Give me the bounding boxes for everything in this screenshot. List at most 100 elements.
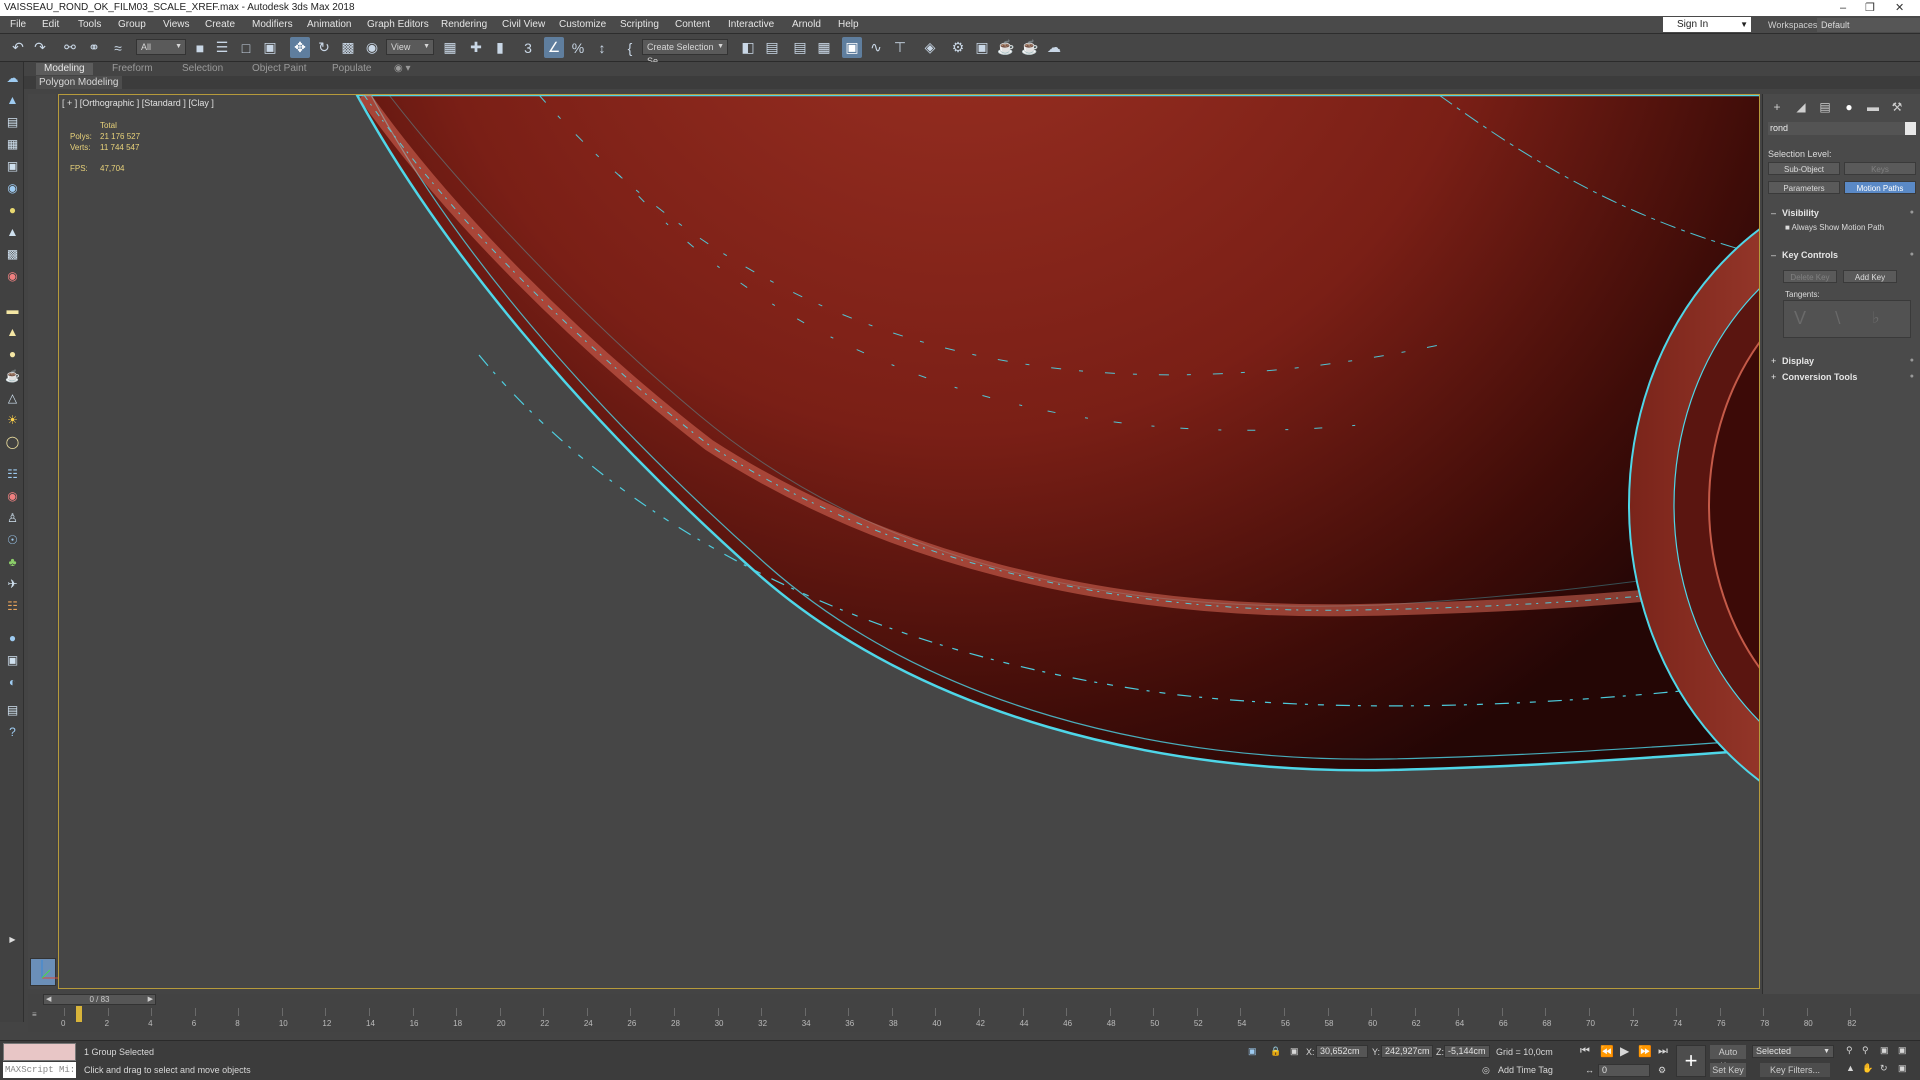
spinner-snap-icon[interactable]: ↕	[592, 37, 612, 58]
select-manipulate-icon[interactable]: ✚	[466, 37, 486, 58]
current-frame-field[interactable]: 0	[1598, 1064, 1650, 1077]
time-slider-next-icon[interactable]: ▶	[148, 995, 153, 1004]
zoom-icon[interactable]: ⚲	[1846, 1045, 1853, 1056]
pivot-center-icon[interactable]: ▦	[440, 37, 460, 58]
tab-modeling[interactable]: Modeling	[36, 63, 93, 75]
go-to-end-icon[interactable]: ⏭	[1658, 1045, 1668, 1058]
lights-icon[interactable]: ▤	[5, 114, 20, 129]
percent-snap-icon[interactable]: %	[568, 37, 588, 58]
menu-tools[interactable]: Tools	[78, 19, 101, 30]
render-in-cloud-icon[interactable]: ☁	[1044, 37, 1064, 58]
menu-rendering[interactable]: Rendering	[441, 19, 487, 30]
render-iterative-icon[interactable]: ☕	[1020, 37, 1040, 58]
align-icon[interactable]: ▤	[762, 37, 782, 58]
link-icon[interactable]: ⚯	[60, 37, 80, 58]
gizmo-icon[interactable]: ◉	[5, 268, 20, 283]
curve-editor-icon[interactable]: ∿	[866, 37, 886, 58]
menu-customize[interactable]: Customize	[559, 19, 606, 30]
add-time-tag-button[interactable]: Add Time Tag	[1498, 1065, 1553, 1075]
shapes-icon[interactable]: ▲	[5, 92, 20, 107]
tab-object-paint[interactable]: Object Paint	[244, 63, 314, 75]
ribbon-toggle-icon[interactable]: ▣	[842, 37, 862, 58]
object-color-swatch[interactable]	[1905, 122, 1916, 135]
redo-icon[interactable]: ↷	[30, 37, 50, 58]
parameters-button[interactable]: Parameters	[1768, 181, 1840, 194]
maxscript-mini-listener[interactable]: MAXScript Mi:	[3, 1062, 76, 1078]
mirror-icon[interactable]: ◧	[738, 37, 758, 58]
window-crossing-icon[interactable]: ▣	[260, 37, 280, 58]
material-sphere-icon[interactable]: ◐	[5, 674, 20, 689]
always-show-motion-path[interactable]: ■ Always Show Motion Path	[1785, 223, 1884, 232]
tangent-step-icon[interactable]: ♭	[1872, 308, 1880, 328]
x-coordinate-field[interactable]: 30,652cm	[1316, 1045, 1368, 1058]
cloth-icon[interactable]: ▩	[5, 246, 20, 261]
named-selection-dropdown[interactable]: Create Selection Se ▼	[642, 39, 728, 66]
scale-tool-icon[interactable]: ▲	[5, 224, 20, 239]
render-sphere-icon[interactable]: ●	[5, 630, 20, 645]
time-tag-icon[interactable]: ◎	[1482, 1065, 1490, 1076]
tab-freeform[interactable]: Freeform	[104, 63, 161, 75]
key-mode-icon[interactable]: ↔	[1585, 1065, 1594, 1075]
viewport-label[interactable]: [ + ] [Orthographic ] [Standard ] [Clay …	[62, 98, 214, 108]
edit-named-selection-icon[interactable]: {	[620, 37, 640, 58]
sub-object-button[interactable]: Sub-Object	[1768, 162, 1840, 175]
menu-modifiers[interactable]: Modifiers	[252, 19, 293, 30]
menu-file[interactable]: File	[10, 19, 26, 30]
reactor-icon[interactable]: ◉	[5, 488, 20, 503]
create-tab-icon[interactable]: +	[1768, 100, 1786, 114]
workspace-dropdown[interactable]: Default	[1817, 18, 1920, 32]
previous-frame-icon[interactable]: ⏪	[1600, 1045, 1614, 1058]
add-key-button[interactable]: Add Key	[1843, 270, 1897, 283]
help-icon[interactable]: ?	[5, 724, 20, 739]
sun-light-icon[interactable]: ☀	[5, 412, 20, 427]
key-controls-rollout[interactable]: – Key Controls ●	[1768, 248, 1916, 262]
pyramid-primitive-icon[interactable]: △	[5, 390, 20, 405]
maximize-viewport-icon[interactable]: ▣	[1898, 1063, 1907, 1074]
zoom-extents-icon[interactable]: ▣	[1880, 1045, 1889, 1056]
maxscript-listener[interactable]	[3, 1043, 76, 1061]
script-icon[interactable]: ▤	[5, 702, 20, 717]
delete-key-button[interactable]: Delete Key	[1783, 270, 1837, 283]
cone-primitive-icon[interactable]: ▲	[5, 324, 20, 339]
z-coordinate-field[interactable]: -5,144cm	[1444, 1045, 1490, 1058]
orbit-icon[interactable]: ↻	[1880, 1063, 1888, 1074]
menu-animation[interactable]: Animation	[307, 19, 351, 30]
modify-tab-icon[interactable]: ◢	[1792, 100, 1810, 114]
material-editor-icon[interactable]: ◈	[920, 37, 940, 58]
time-slider-prev-icon[interactable]: ◀	[46, 995, 51, 1004]
display-tab-icon[interactable]: ▬	[1864, 100, 1882, 114]
ribbon-options-icon[interactable]: ◉ ▾	[386, 63, 419, 75]
space-warps-icon[interactable]: ◉	[5, 180, 20, 195]
box-primitive-icon[interactable]: ▬	[5, 302, 20, 317]
rectangular-selection-icon[interactable]: □	[236, 37, 256, 58]
motion-paths-button[interactable]: Motion Paths	[1844, 181, 1916, 194]
helpers-icon[interactable]: ▣	[5, 158, 20, 173]
visibility-rollout[interactable]: – Visibility ●	[1768, 206, 1916, 220]
layer-explorer-icon[interactable]: ▦	[814, 37, 834, 58]
polygon-modeling-panel[interactable]: Polygon Modeling	[36, 76, 122, 89]
menu-help[interactable]: Help	[838, 19, 859, 30]
globe-icon[interactable]: ☉	[5, 532, 20, 547]
menu-content[interactable]: Content	[675, 19, 710, 30]
close-icon[interactable]: ✕	[1895, 0, 1904, 16]
tab-selection[interactable]: Selection	[174, 63, 231, 75]
undo-icon[interactable]: ↶	[8, 37, 28, 58]
tab-populate[interactable]: Populate	[324, 63, 379, 75]
utilities-tab-icon[interactable]: ⚒	[1888, 100, 1906, 114]
render-production-icon[interactable]: ☕	[996, 37, 1016, 58]
play-icon[interactable]: ▶	[1620, 1044, 1629, 1058]
select-object-icon[interactable]: ■	[190, 37, 210, 58]
menu-arnold[interactable]: Arnold	[792, 19, 821, 30]
time-cursor[interactable]	[76, 1006, 82, 1022]
set-key-big-button[interactable]: +	[1676, 1045, 1706, 1077]
zoom-all-icon[interactable]: ⚲	[1862, 1045, 1869, 1056]
tangent-smooth-icon[interactable]: V	[1794, 308, 1806, 329]
viewport-orthographic[interactable]	[58, 94, 1760, 989]
next-frame-icon[interactable]: ⏩	[1638, 1045, 1652, 1058]
walk-icon[interactable]: ✈	[5, 576, 20, 591]
hair-icon[interactable]: ☷	[5, 598, 20, 613]
set-key-button[interactable]: Set Key	[1710, 1063, 1746, 1077]
select-and-rotate-icon[interactable]: ↻	[314, 37, 334, 58]
keyboard-shortcut-override-icon[interactable]: ▮	[490, 37, 510, 58]
menu-civil-view[interactable]: Civil View	[502, 19, 545, 30]
